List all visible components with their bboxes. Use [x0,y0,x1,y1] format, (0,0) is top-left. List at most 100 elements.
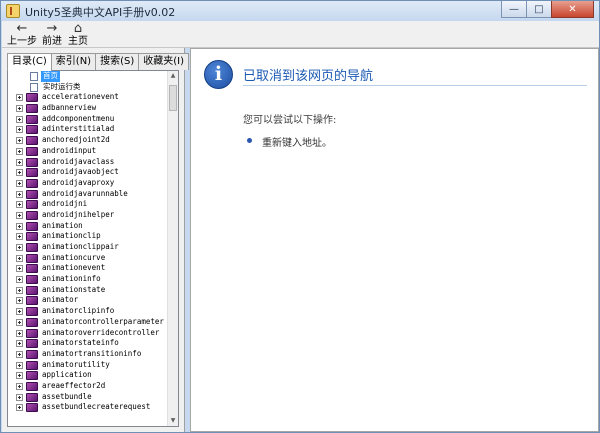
expand-icon[interactable] [16,147,23,155]
book-icon [26,168,38,178]
book-icon [26,317,38,327]
tree-item[interactable]: androidjavaobject [8,167,168,178]
navigation-pane: 目录(C) 索引(N) 搜索(S) 收藏夹(I) 首页 实时运行类 accele… [2,48,190,432]
tree-item[interactable]: assetbundle [8,392,168,403]
book-icon [26,210,38,220]
tree-item[interactable]: animationstate [8,285,168,296]
expand-icon[interactable] [16,233,23,241]
expand-icon[interactable] [16,190,23,198]
page-icon [30,82,38,92]
tree-item[interactable]: areaeffector2d [8,381,168,392]
tree-item[interactable]: androidjavaclass [8,157,168,168]
expand-icon[interactable] [16,350,23,358]
tab-index[interactable]: 索引(N) [50,53,97,70]
expand-icon[interactable] [16,393,23,401]
home-icon: ⌂ [73,21,83,36]
tree-item[interactable]: animationinfo [8,274,168,285]
tab-favorites[interactable]: 收藏夹(I) [138,53,190,70]
scroll-up-icon[interactable]: ▲ [168,71,178,81]
maximize-button[interactable]: □ [526,1,552,18]
tree-item-label: animationstate [42,284,106,294]
tree-item-label: animationclip [42,231,101,241]
tree-item-label: animatoroverridecontroller [42,327,160,337]
expand-icon[interactable] [16,329,23,337]
home-button[interactable]: ⌂ 主页 [60,22,96,48]
expand-icon[interactable] [16,169,23,177]
tree-item[interactable]: animatorclipinfo [8,306,168,317]
tree-item-label: animationevent [42,263,106,273]
tree-item[interactable]: application [8,370,168,381]
expand-icon[interactable] [16,158,23,166]
expand-icon[interactable] [16,340,23,348]
expand-icon[interactable] [16,254,23,262]
tree-item[interactable]: animatortransitioninfo [8,349,168,360]
tree-item[interactable]: androidjnihelper [8,210,168,221]
tree-item[interactable]: androidjavarunnable [8,189,168,200]
scroll-thumb[interactable] [169,85,177,111]
expand-icon[interactable] [16,115,23,123]
tree-item[interactable]: animationclip [8,231,168,242]
expand-icon[interactable] [16,222,23,230]
tree-item-label: 首页 [41,71,60,82]
tree-item[interactable]: anchoredjoint2d [8,135,168,146]
expand-icon[interactable] [16,265,23,273]
scroll-down-icon[interactable]: ▼ [168,416,178,426]
expand-icon[interactable] [16,297,23,305]
expand-icon[interactable] [16,361,23,369]
tree-item[interactable]: animation [8,221,168,232]
tree-item[interactable]: animatorcontrollerparameter [8,317,168,328]
tree-item[interactable]: accelerationevent [8,92,168,103]
expand-icon[interactable] [16,308,23,316]
tree-item[interactable]: animationcurve [8,253,168,264]
content-pane: i 已取消到该网页的导航 您可以尝试以下操作: 重新键入地址。 [190,48,599,432]
minimize-button[interactable]: — [501,1,527,18]
expand-icon[interactable] [16,137,23,145]
title-bar[interactable]: Unity5圣典中文API手册v0.02 — □ ✕ [1,1,599,21]
expand-icon[interactable] [16,126,23,134]
book-icon [26,328,38,338]
tree-item[interactable]: androidjavaproxy [8,178,168,189]
tree-item-label: androidjni [42,199,88,209]
contents-tree[interactable]: 首页 实时运行类 accelerationevent adbannerview ad… [8,71,168,426]
expand-icon[interactable] [16,244,23,251]
tree-item-label: application [42,370,92,380]
maximize-icon: □ [534,3,544,15]
tree-item-label: anchoredjoint2d [42,135,110,145]
expand-icon[interactable] [16,276,23,284]
tree-item-label: accelerationevent [42,92,119,102]
expand-icon[interactable] [16,179,23,187]
tree-item[interactable]: androidinput [8,146,168,157]
tree-item-runtime-classes[interactable]: 实时运行类 [8,82,168,93]
tab-contents[interactable]: 目录(C) [7,53,52,71]
book-icon [26,264,38,274]
expand-icon[interactable] [16,318,23,326]
tree-item[interactable]: adbannerview [8,103,168,114]
window-controls: — □ ✕ [501,1,594,19]
tree-item[interactable]: animatorstateinfo [8,338,168,349]
expand-icon[interactable] [16,382,23,390]
tree-item[interactable]: animator [8,295,168,306]
close-button[interactable]: ✕ [551,1,594,18]
tree-item[interactable]: animatorutility [8,360,168,371]
book-icon [26,371,38,381]
expand-icon[interactable] [16,211,23,219]
tree-item[interactable]: adinterstitialad [8,124,168,135]
expand-icon[interactable] [16,105,23,113]
tree-item-label: animatorstateinfo [42,338,119,348]
tree-item[interactable]: animationclippair [8,242,168,253]
expand-icon[interactable] [16,372,23,380]
expand-icon[interactable] [16,404,23,412]
tree-item-home[interactable]: 首页 [8,71,168,82]
tree-item[interactable]: assetbundlecreaterequest [8,402,168,413]
book-icon [26,381,38,391]
tree-item[interactable]: animationevent [8,263,168,274]
tab-search[interactable]: 搜索(S) [95,53,140,70]
tree-item[interactable]: addcomponentmenu [8,114,168,125]
tree-item[interactable]: androidjni [8,199,168,210]
expand-icon[interactable] [16,94,23,102]
tree-scrollbar[interactable]: ▲ ▼ [167,71,178,426]
tree-item-label: androidjavaclass [42,156,115,166]
tree-item[interactable]: animatoroverridecontroller [8,328,168,339]
expand-icon[interactable] [16,201,23,209]
expand-icon[interactable] [16,286,23,294]
